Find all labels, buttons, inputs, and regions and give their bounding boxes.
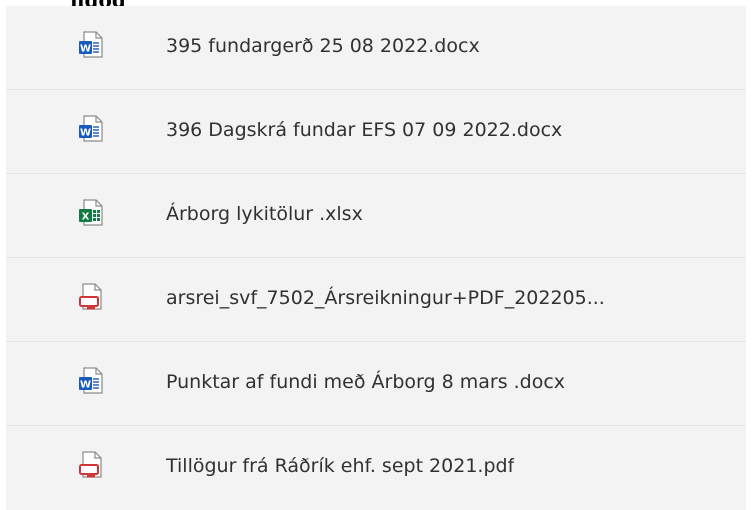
file-row[interactable]: W 395 fundargerð 25 08 2022.docx <box>6 6 746 90</box>
file-name: Punktar af fundi með Árborg 8 mars .docx <box>166 371 566 393</box>
excel-file-icon: X <box>78 199 104 227</box>
file-name: arsrei_svf_7502_Ársreikningur+PDF_202205… <box>166 287 605 309</box>
svg-text:W: W <box>80 44 91 55</box>
word-file-icon: W <box>78 367 104 395</box>
pdf-file-icon <box>78 451 104 479</box>
svg-text:X: X <box>82 212 90 223</box>
file-list-panel: W 395 fundargerð 25 08 2022.docx W 396 D… <box>6 6 746 510</box>
svg-text:W: W <box>80 128 91 139</box>
file-list: W 395 fundargerð 25 08 2022.docx W 396 D… <box>6 6 746 510</box>
word-file-icon: W <box>78 115 104 143</box>
svg-text:W: W <box>80 380 91 391</box>
file-row[interactable]: X Árborg lykitölur .xlsx <box>6 174 746 258</box>
file-row[interactable]: arsrei_svf_7502_Ársreikningur+PDF_202205… <box>6 258 746 342</box>
pdf-file-icon <box>78 283 104 311</box>
file-row[interactable]: Tillögur frá Ráðrík ehf. sept 2021.pdf <box>6 426 746 510</box>
word-file-icon: W <box>78 31 104 59</box>
file-name: Tillögur frá Ráðrík ehf. sept 2021.pdf <box>166 455 515 477</box>
file-row[interactable]: W 396 Dagskrá fundar EFS 07 09 2022.docx <box>6 90 746 174</box>
file-name: 396 Dagskrá fundar EFS 07 09 2022.docx <box>166 119 563 141</box>
file-name: 395 fundargerð 25 08 2022.docx <box>166 35 480 57</box>
file-row[interactable]: W Punktar af fundi með Árborg 8 mars .do… <box>6 342 746 426</box>
file-name: Árborg lykitölur .xlsx <box>166 203 363 225</box>
